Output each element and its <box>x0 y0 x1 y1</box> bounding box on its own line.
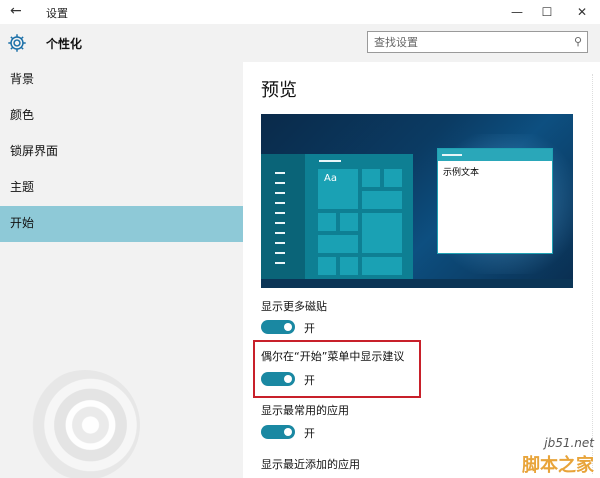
start-preview: Aa 示例文本 <box>261 114 573 288</box>
preview-list-line <box>275 232 285 234</box>
watermark-brand: 脚本之家 <box>522 455 594 476</box>
preview-list-line <box>275 172 285 174</box>
preview-list-line <box>275 242 285 244</box>
preview-list-line <box>275 252 285 254</box>
watermark-site: jb51.net <box>544 436 594 450</box>
toggle-most-used[interactable] <box>261 425 295 439</box>
preview-group-line <box>319 160 341 162</box>
preview-list-line <box>275 222 285 224</box>
preview-sample-text: 示例文本 <box>443 168 480 178</box>
title-bar: ← 设置 — ☐ ✕ <box>0 0 600 24</box>
preview-tile <box>361 168 381 188</box>
decorative-swirl <box>30 370 140 478</box>
preview-list-line <box>275 192 285 194</box>
close-button[interactable]: ✕ <box>565 1 599 23</box>
preview-tile <box>361 256 403 276</box>
preview-sample-window: 示例文本 <box>437 148 553 254</box>
preview-list-line <box>275 212 285 214</box>
preview-list-line <box>275 202 285 204</box>
toggle-more-tiles[interactable] <box>261 320 295 334</box>
sidebar-item-colors[interactable]: 颜色 <box>0 98 243 134</box>
preview-tile <box>317 234 359 254</box>
toggle-knob <box>284 428 292 436</box>
section-title: 个性化 <box>46 37 83 51</box>
back-arrow-icon[interactable]: ← <box>10 3 22 19</box>
settings-header: 个性化 ⚲ <box>0 24 600 62</box>
search-input[interactable] <box>368 32 570 52</box>
preview-tile <box>339 212 359 232</box>
preview-taskbar <box>261 279 573 288</box>
preview-tile <box>317 256 337 276</box>
preview-tile <box>317 212 337 232</box>
window-title: 设置 <box>46 7 68 20</box>
sidebar-item-start[interactable]: 开始 <box>0 206 243 242</box>
sidebar-item-themes[interactable]: 主题 <box>0 170 243 206</box>
preview-tile <box>339 256 359 276</box>
minimize-button[interactable]: — <box>500 1 534 23</box>
preview-tile <box>361 190 403 210</box>
sidebar-item-background[interactable]: 背景 <box>0 62 243 98</box>
preview-app-list <box>261 154 305 288</box>
preview-tile-large: Aa <box>317 168 359 210</box>
main-content: 预览 Aa 示例文本 显示更多磁贴 开 偶尔在“开始”菜单中显示建议 开 显示最… <box>243 62 600 478</box>
sidebar-item-lockscreen[interactable]: 锁屏界面 <box>0 134 243 170</box>
setting-label-more-tiles: 显示更多磁贴 <box>261 300 327 313</box>
preview-tile <box>361 212 403 254</box>
setting-label-most-used: 显示最常用的应用 <box>261 404 349 417</box>
toggle-state-most-used: 开 <box>304 427 315 440</box>
preview-list-line <box>275 262 285 264</box>
preview-tile <box>383 168 403 188</box>
divider <box>592 74 594 474</box>
preview-start-menu: Aa <box>261 154 413 288</box>
preview-window-bar-line <box>442 154 462 156</box>
preview-list-line <box>275 182 285 184</box>
search-box[interactable]: ⚲ <box>367 31 588 53</box>
page-heading: 预览 <box>261 80 297 101</box>
toggle-state-more-tiles: 开 <box>304 322 315 335</box>
highlight-box <box>253 340 421 398</box>
sidebar: 背景 颜色 锁屏界面 主题 开始 <box>0 62 243 478</box>
setting-label-recently-added: 显示最近添加的应用 <box>261 458 360 471</box>
search-icon[interactable]: ⚲ <box>574 35 582 48</box>
maximize-button[interactable]: ☐ <box>530 1 564 23</box>
toggle-knob <box>284 323 292 331</box>
gear-icon <box>8 34 26 52</box>
